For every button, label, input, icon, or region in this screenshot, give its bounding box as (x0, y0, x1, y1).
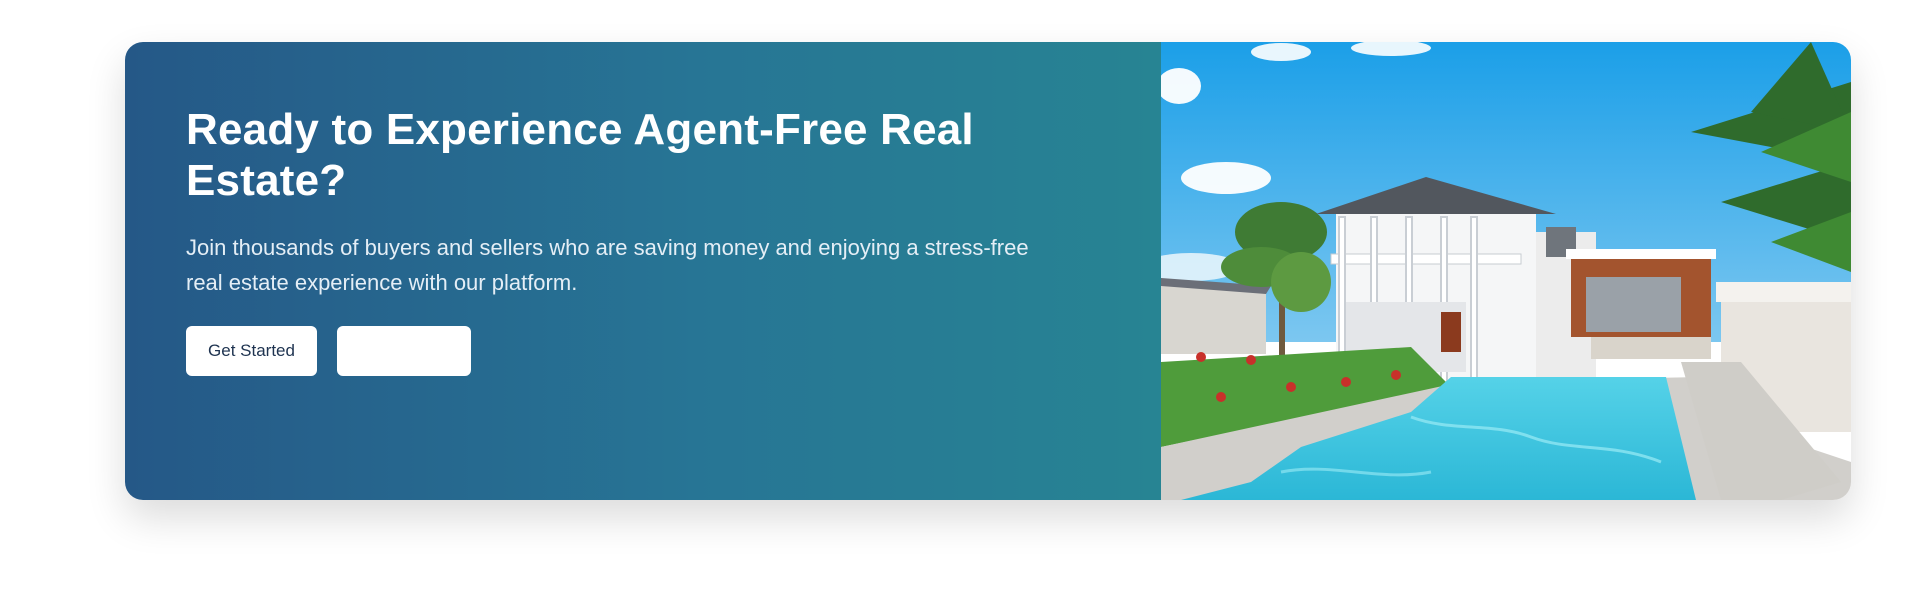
page: Ready to Experience Agent-Free Real Esta… (0, 0, 1920, 592)
cta-content: Ready to Experience Agent-Free Real Esta… (125, 42, 1161, 500)
cta-banner: Ready to Experience Agent-Free Real Esta… (125, 42, 1851, 500)
secondary-button[interactable] (337, 326, 471, 376)
house-pool-image (1161, 42, 1851, 500)
house-pool-illustration (1161, 42, 1851, 500)
cta-actions: Get Started (186, 326, 1161, 376)
get-started-button[interactable]: Get Started (186, 326, 317, 376)
cta-subtitle: Join thousands of buyers and sellers who… (186, 235, 1029, 295)
cta-title: Ready to Experience Agent-Free Real Esta… (186, 105, 974, 205)
